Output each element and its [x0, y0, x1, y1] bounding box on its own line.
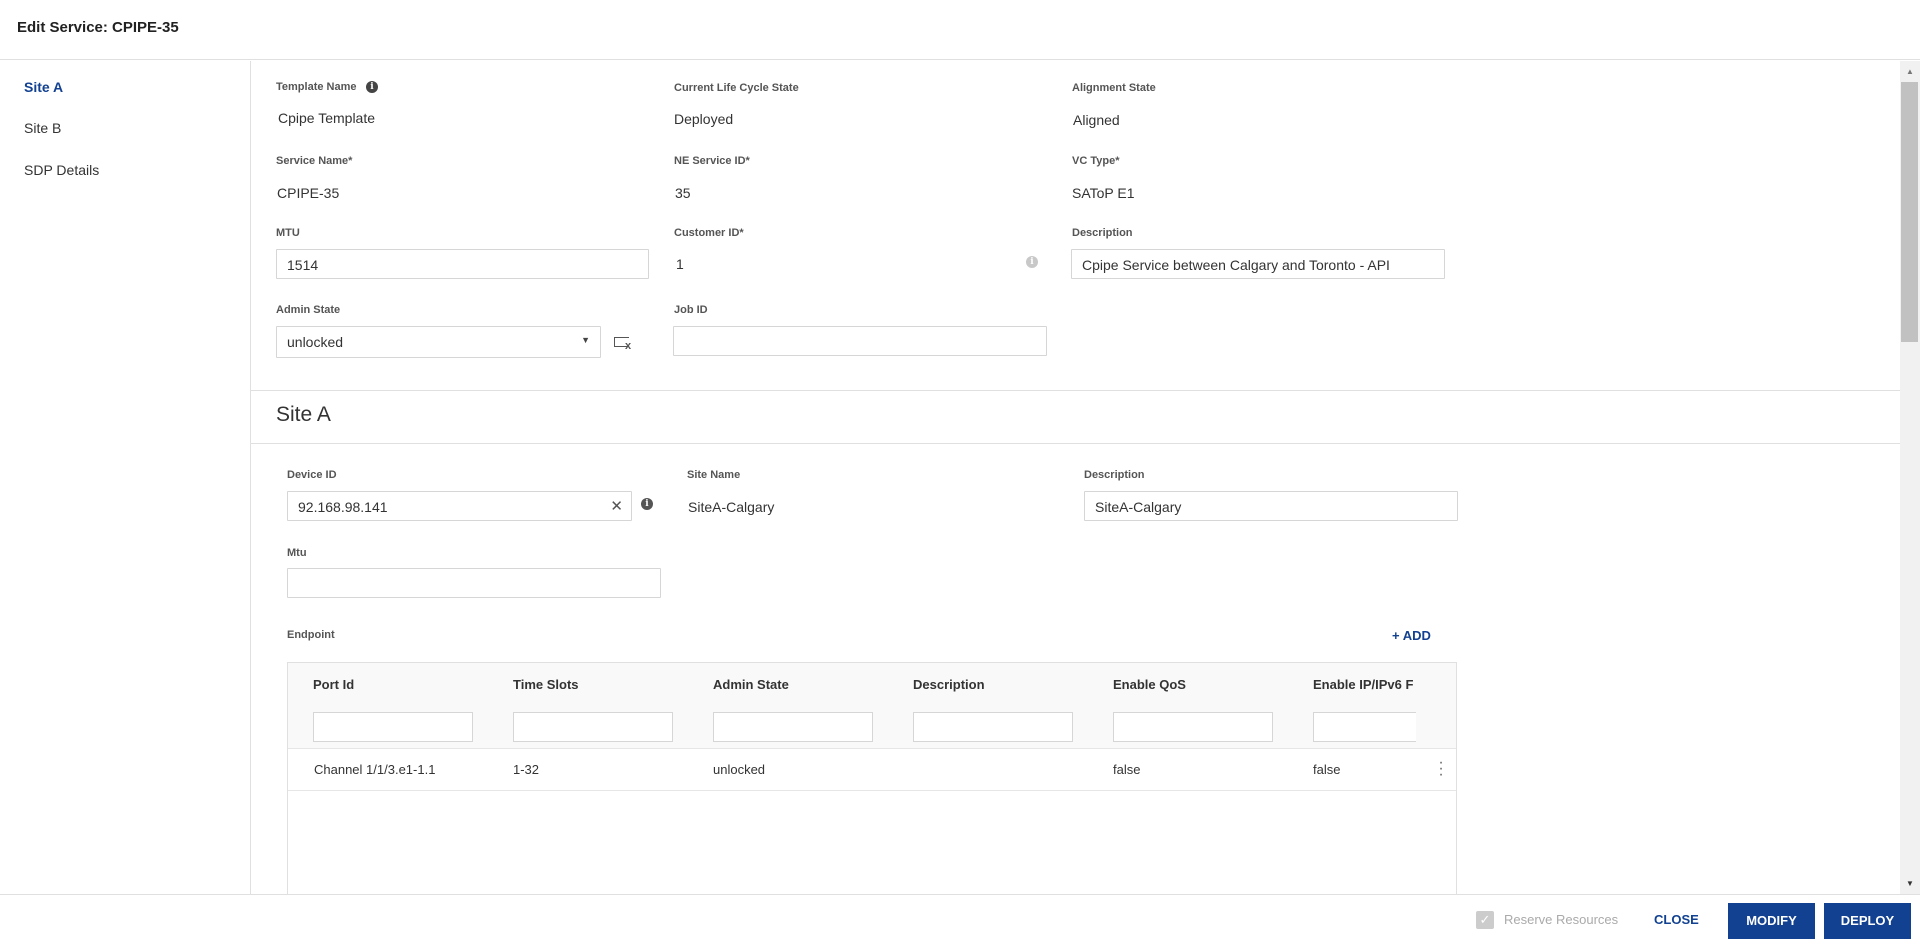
mtu-input[interactable]: 1514	[276, 249, 649, 279]
filter-input[interactable]	[913, 712, 1073, 742]
site-name-label: Site Name	[687, 469, 741, 481]
lifecycle-value: Deployed	[674, 111, 734, 127]
lifecycle-label: Current Life Cycle State	[674, 82, 799, 94]
customer-id-label: Customer ID*	[674, 227, 744, 239]
dialog-header: Edit Service: CPIPE-35	[0, 0, 1920, 60]
site-mtu-label: Mtu	[287, 547, 307, 559]
info-icon[interactable]: i	[366, 81, 378, 93]
customer-id-value: 1	[676, 256, 684, 272]
cell-admin-state: unlocked	[713, 762, 766, 777]
close-button[interactable]: CLOSE	[1654, 912, 1699, 927]
alignment-label: Alignment State	[1072, 82, 1156, 94]
modify-button[interactable]: MODIFY	[1728, 903, 1815, 939]
filter-input[interactable]	[513, 712, 673, 742]
info-icon[interactable]: i	[1026, 256, 1038, 268]
column-header[interactable]: Enable IP/IPv6 F	[1313, 677, 1413, 692]
scrollbar-thumb[interactable]	[1901, 82, 1918, 342]
vc-type-label: VC Type*	[1072, 155, 1120, 167]
divider	[251, 390, 1900, 391]
site-mtu-input[interactable]	[287, 568, 661, 598]
filter-input[interactable]	[313, 712, 473, 742]
site-name-value: SiteA-Calgary	[688, 499, 775, 515]
reserve-resources-label: Reserve Resources	[1504, 912, 1619, 927]
endpoint-label: Endpoint	[287, 629, 335, 641]
section-title-site-a: Site A	[276, 403, 331, 426]
clear-field-icon[interactable]: x	[614, 337, 634, 352]
filter-input[interactable]	[1313, 712, 1416, 742]
dialog-footer	[0, 894, 1920, 944]
cell-port-id: Channel 1/1/3.e1-1.1	[314, 762, 436, 777]
device-id-value: 92.168.98.141	[298, 499, 388, 515]
device-id-input[interactable]: 92.168.98.141 ✕	[287, 491, 632, 521]
job-id-input[interactable]	[673, 326, 1047, 356]
template-name-value: Cpipe Template	[278, 110, 376, 126]
more-options-icon[interactable]: · · ·	[1438, 755, 1444, 783]
admin-state-select[interactable]: unlocked ▼	[276, 326, 601, 358]
column-header[interactable]: Enable QoS	[1113, 677, 1186, 692]
endpoint-table: Port Id Time Slots Admin State Descripti…	[287, 662, 1457, 894]
admin-state-label: Admin State	[276, 304, 341, 316]
add-endpoint-button[interactable]: + ADD	[1392, 628, 1431, 643]
column-header[interactable]: Port Id	[313, 677, 354, 692]
column-header[interactable]: Description	[913, 677, 985, 692]
scroll-up-icon[interactable]: ▲	[1906, 67, 1914, 76]
description-label: Description	[1072, 227, 1133, 239]
column-header[interactable]: Admin State	[713, 677, 789, 692]
divider	[251, 443, 1900, 444]
scroll-down-icon[interactable]: ▼	[1906, 879, 1914, 888]
deploy-button[interactable]: DEPLOY	[1824, 903, 1911, 939]
service-name-label: Service Name*	[276, 155, 353, 167]
info-icon[interactable]: i	[641, 498, 653, 510]
sidebar-item-site-b[interactable]: Site B	[24, 120, 61, 136]
description-input[interactable]: Cpipe Service between Calgary and Toront…	[1071, 249, 1445, 279]
service-name-value: CPIPE-35	[277, 185, 340, 201]
site-description-input[interactable]: SiteA-Calgary	[1084, 491, 1458, 521]
dialog-title: Edit Service: CPIPE-35	[17, 19, 179, 36]
site-description-label: Description	[1084, 469, 1145, 481]
sidebar-item-sdp-details[interactable]: SDP Details	[24, 162, 99, 178]
vc-type-value: SAToP E1	[1072, 185, 1135, 201]
alignment-value: Aligned	[1073, 112, 1120, 128]
sidebar-item-site-a[interactable]: Site A	[24, 79, 63, 95]
cell-enable-ip: false	[1313, 762, 1341, 777]
column-header[interactable]: Time Slots	[513, 677, 579, 692]
admin-state-value: unlocked	[287, 334, 344, 350]
clear-icon[interactable]: ✕	[610, 497, 623, 515]
ne-service-id-value: 35	[675, 185, 691, 201]
caret-down-icon: ▼	[581, 335, 590, 345]
table-row[interactable]: Channel 1/1/3.e1-1.1 1-32 unlocked false…	[288, 749, 1456, 791]
mtu-label: MTU	[276, 227, 300, 239]
cell-time-slots: 1-32	[513, 762, 540, 777]
filter-input[interactable]	[1113, 712, 1273, 742]
reserve-resources-checkbox[interactable]: ✓	[1476, 911, 1494, 929]
table-header: Port Id Time Slots Admin State Descripti…	[288, 663, 1456, 749]
filter-input[interactable]	[713, 712, 873, 742]
job-id-label: Job ID	[674, 304, 708, 316]
template-name-label: Template Name	[276, 81, 357, 93]
sidebar: Site A Site B SDP Details	[0, 61, 251, 894]
cell-enable-qos: false	[1113, 762, 1141, 777]
ne-service-id-label: NE Service ID*	[674, 155, 750, 167]
device-id-label: Device ID	[287, 469, 337, 481]
